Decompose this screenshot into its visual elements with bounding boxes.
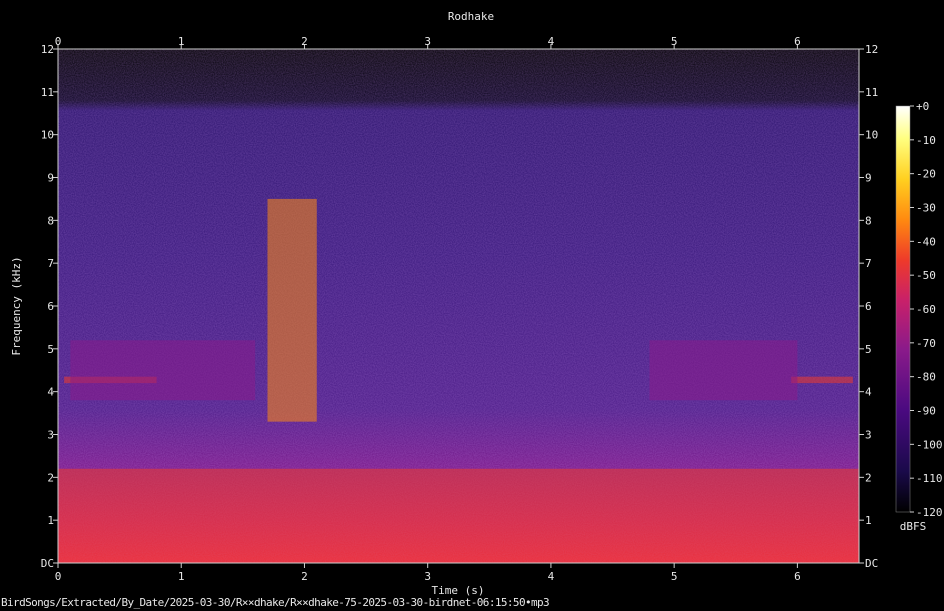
y-tick-label-right: 1 — [865, 514, 872, 527]
colorbar-tick-label: -80 — [916, 371, 936, 384]
y-tick-label-left: 4 — [47, 386, 54, 399]
x-tick-label-bottom: 0 — [55, 570, 62, 583]
spectrogram-chart: Rodhake Time (s) Frequency (kHz) 0011223… — [10, 10, 943, 597]
colorbar-tick-label: -60 — [916, 303, 936, 316]
colorbar-tick-label: -20 — [916, 168, 936, 181]
y-tick-label-left: 12 — [41, 43, 54, 56]
colorbar-tick-label: -90 — [916, 405, 936, 418]
x-tick-label-bottom: 1 — [178, 570, 185, 583]
y-tick-label-right: 2 — [865, 471, 872, 484]
colorbar-tick-label: -100 — [916, 438, 943, 451]
y-tick-label-left: DC — [41, 557, 54, 570]
y-tick-label-left: 8 — [47, 214, 54, 227]
x-tick-label-bottom: 2 — [301, 570, 308, 583]
colorbar-tick-label: -30 — [916, 202, 936, 215]
y-tick-label-right: 11 — [865, 86, 878, 99]
x-tick-label-top: 1 — [178, 35, 185, 48]
y-tick-label-left: 11 — [41, 86, 54, 99]
plot-area — [58, 49, 859, 563]
x-tick-label-top: 6 — [794, 35, 801, 48]
colorbar-tick-label: -70 — [916, 337, 936, 350]
y-tick-label-left: 10 — [41, 129, 54, 142]
y-axis-label: Frequency (kHz) — [10, 256, 23, 355]
colorbar-tick-label: -120 — [916, 506, 943, 519]
y-tick-label-right: 5 — [865, 343, 872, 356]
colorbar-tick-label: +0 — [916, 100, 929, 113]
x-tick-label-top: 5 — [671, 35, 678, 48]
colorbar-label: dBFS — [900, 520, 927, 533]
feature-chirps — [70, 340, 256, 401]
colorbar-tick-label: -110 — [916, 472, 943, 485]
y-tick-label-right: 8 — [865, 214, 872, 227]
y-tick-label-right: 7 — [865, 257, 872, 270]
colorbar-tick-label: -40 — [916, 235, 936, 248]
chart-title: Rodhake — [448, 10, 494, 23]
y-tick-label-right: 12 — [865, 43, 878, 56]
y-tick-label-right: 6 — [865, 300, 872, 313]
colorbar — [895, 105, 911, 513]
x-tick-label-top: 2 — [301, 35, 308, 48]
x-tick-label-top: 4 — [548, 35, 555, 48]
y-tick-label-left: 1 — [47, 514, 54, 527]
y-tick-label-right: DC — [865, 557, 878, 570]
colorbar-tick-label: -50 — [916, 269, 936, 282]
x-tick-label-bottom: 3 — [424, 570, 431, 583]
y-tick-label-right: 10 — [865, 129, 878, 142]
x-tick-label-top: 0 — [55, 35, 62, 48]
y-tick-label-left: 7 — [47, 257, 54, 270]
file-path-footer: BirdSongs/Extracted/By_Date/2025-03-30/R… — [1, 596, 550, 609]
x-tick-label-bottom: 6 — [794, 570, 801, 583]
y-tick-label-right: 4 — [865, 386, 872, 399]
colorbar-ticks: +0 -10 -20 -30 -40 -50 -60 -70 -80 -90 -100 -110 -12… — [910, 100, 943, 519]
y-tick-label-left: 6 — [47, 300, 54, 313]
x-tick-label-top: 3 — [424, 35, 431, 48]
x-tick-label-bottom: 4 — [548, 570, 555, 583]
y-tick-label-left: 2 — [47, 471, 54, 484]
y-tick-label-left: 3 — [47, 429, 54, 442]
y-tick-label-right: 3 — [865, 429, 872, 442]
colorbar-tick-label: -10 — [916, 134, 936, 147]
y-tick-label-left: 9 — [47, 172, 54, 185]
feature-harmonic-band — [791, 376, 853, 384]
x-tick-label-bottom: 5 — [671, 570, 678, 583]
feature-call — [267, 198, 317, 422]
feature-noise-floor — [58, 468, 859, 563]
feature-chirps — [649, 340, 798, 401]
y-tick-label-left: 5 — [47, 343, 54, 356]
y-tick-label-right: 9 — [865, 172, 872, 185]
